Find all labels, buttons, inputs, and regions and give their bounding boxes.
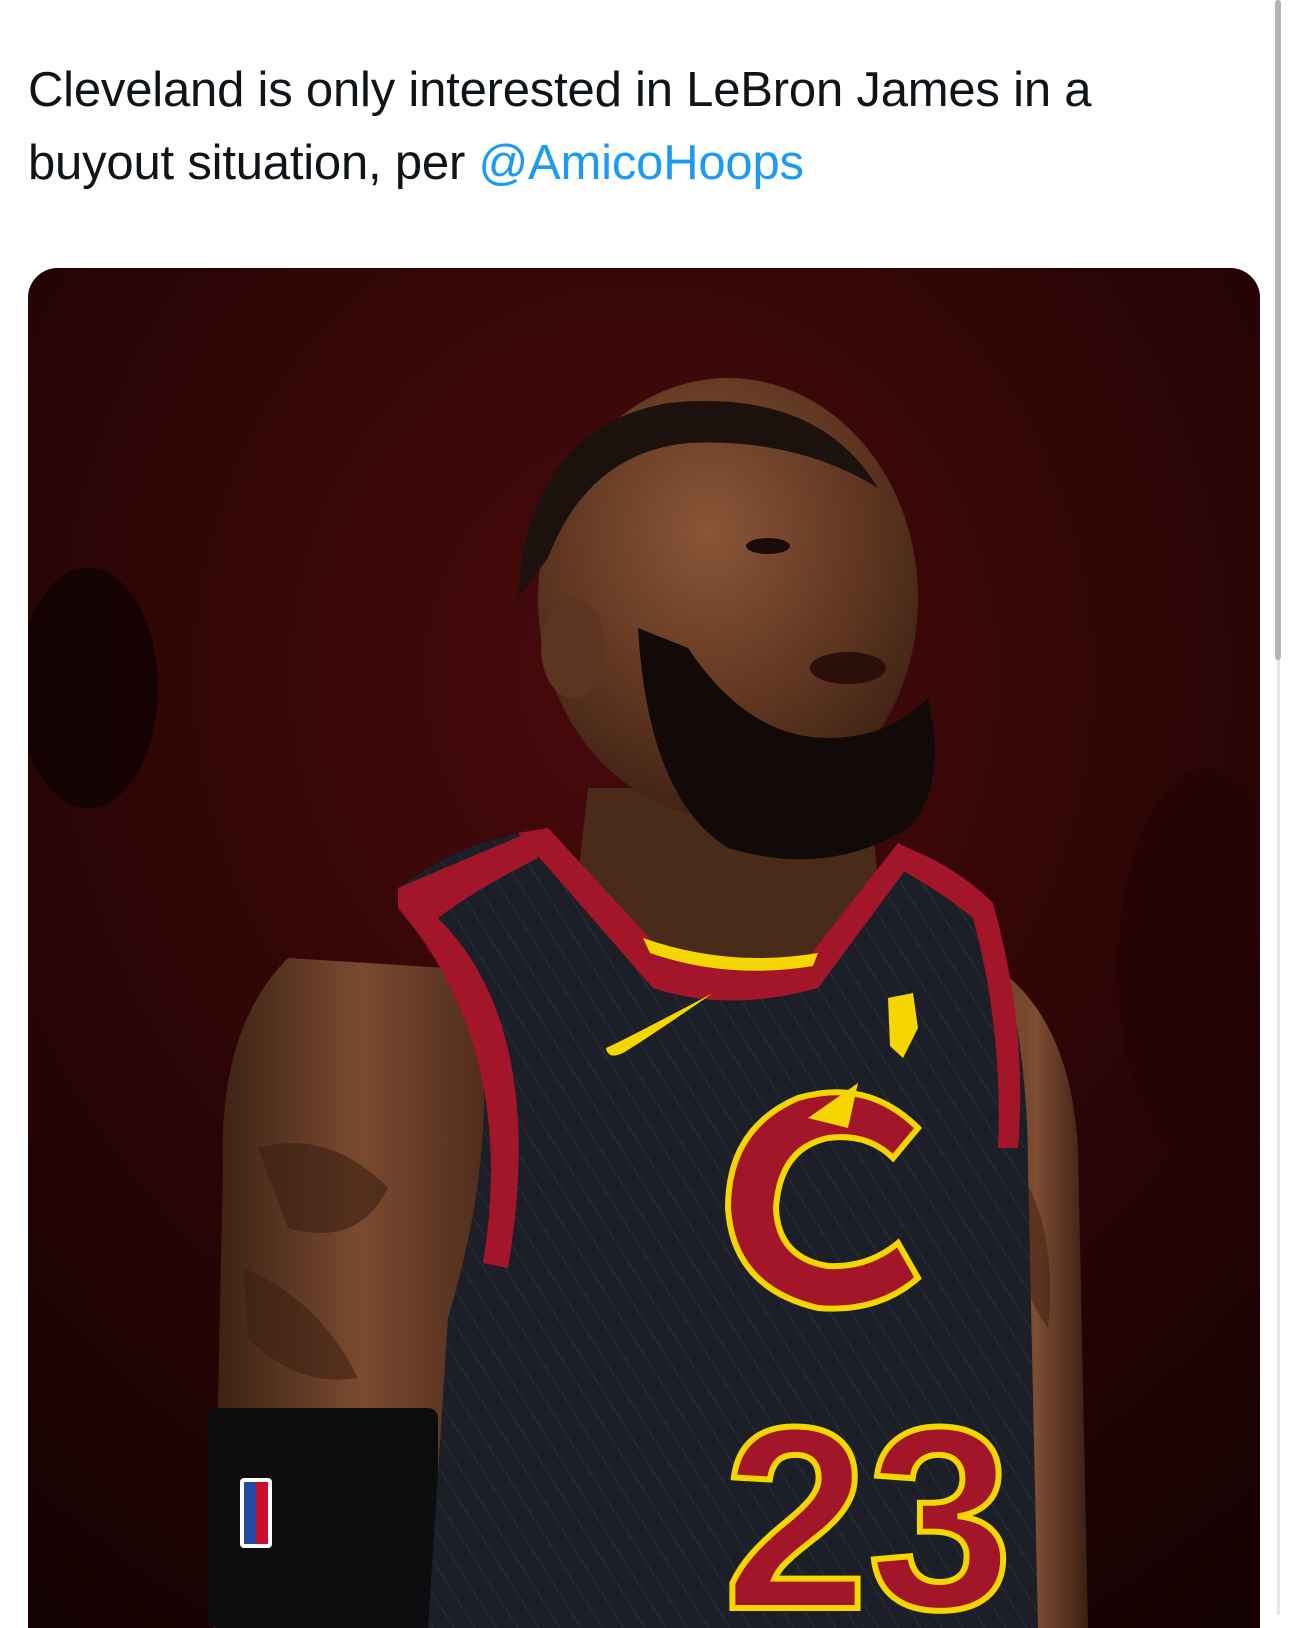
scrollbar-thumb[interactable]	[1275, 0, 1281, 660]
mention-link[interactable]: @AmicoHoops	[479, 136, 805, 190]
player-photo-icon: 23	[28, 268, 1260, 1628]
jersey-number: 23	[723, 1374, 1012, 1628]
tweet-media[interactable]: 23	[28, 268, 1260, 1628]
tweet-text: Cleveland is only interested in LeBron J…	[28, 54, 1218, 200]
